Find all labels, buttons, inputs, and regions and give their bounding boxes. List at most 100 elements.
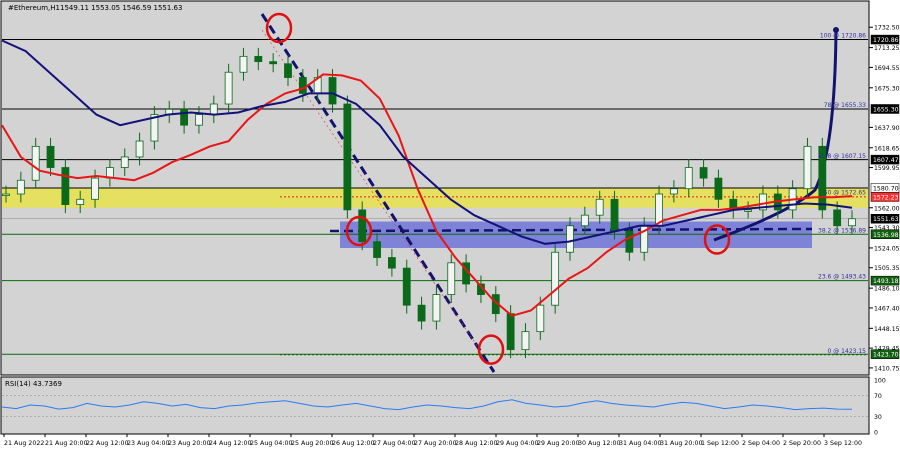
rsi-tick-label: 100 [874,378,886,385]
price-mark-label: 1536.98 [873,232,899,239]
candle-body [343,103,352,211]
rsi-label: RSI(14) 43.7369 [5,380,62,388]
rsi-tick-label: 30 [874,414,882,421]
candle-body [61,167,70,205]
candle-body [506,313,515,351]
price-tick-label: 1694.55 [874,65,900,72]
time-tick-label: 31 Aug 04:00 [619,440,661,447]
chart: 100 @ 1720.86 78 @ 1655.33 61.8 @ 1607.15 5… [0,0,900,450]
time-tick-label: 2 Sep 04:00 [742,440,780,447]
candle-body [595,198,604,216]
candle-body [566,225,574,253]
candle-body [610,198,619,232]
price-mark-label: 1572.23 [873,194,899,201]
time-tick-label: 29 Aug 20:00 [537,440,579,447]
price-tick-label: 1410.75 [874,365,900,372]
fib-label: 50 @ 1572.65 [824,189,866,196]
price-tick-label: 1713.25 [874,45,900,52]
price-tick-label: 1505.35 [874,265,900,272]
price-tick-label: 1448.15 [874,326,900,333]
candle-body [239,55,248,73]
resistance-zone [2,187,868,208]
time-tick-label: 31 Aug 20:00 [660,440,702,447]
price-mark-label: 1580.70 [873,185,899,192]
candle-body [521,331,530,351]
chart-title: #Ethereum,H1 [8,4,60,12]
candle-body [254,55,263,63]
candle-body [269,61,278,65]
time-tick-label: 23 Aug 20:00 [168,440,210,447]
candle-body [625,230,634,253]
candle-body [31,145,40,181]
price-mark-label: 1720.86 [873,37,899,44]
price-tick-label: 1675.30 [874,85,900,92]
price-tick-label: 1599.95 [874,165,900,172]
candle-body [135,140,144,158]
time-tick-label: 21 Aug 2022 [4,440,44,447]
time-tick-label: 26 Aug 12:00 [332,440,374,447]
candle-body [2,193,10,196]
fib-label: 78 @ 1655.33 [824,102,866,109]
price-mark-label: 1607.47 [873,157,899,164]
time-tick-label: 25 Aug 04:00 [250,440,292,447]
candle-body [833,209,842,227]
price-tick-label: 1467.40 [874,305,900,312]
time-tick-label: 1 Sep 12:00 [701,440,739,447]
candle-body [669,188,678,195]
candle-body [402,267,411,306]
candle-body [209,103,218,115]
price-tick-label: 1524.05 [874,245,900,252]
candle-body [803,145,812,190]
candle-body [536,304,545,333]
candle-body [447,262,456,295]
time-tick-label: 21 Aug 20:00 [45,440,87,447]
time-tick-label: 2 Sep 20:00 [783,440,821,447]
fib-label: 100 @ 1720.86 [820,33,866,40]
price-tick-label: 1732.50 [874,25,900,32]
candle-body [284,63,292,78]
candle-body [580,214,589,227]
candle-body [120,156,129,168]
rsi-tick-label: 0 [874,430,878,437]
fib-label: 38.2 @ 1536.89 [818,227,866,234]
candle-body [387,257,396,269]
candle-body [358,209,367,243]
price-mark-label: 1493.18 [873,278,899,285]
candle-body [298,77,307,94]
price-mark-label: 1423.70 [873,352,899,359]
candle-body [714,177,723,200]
price-mark-label: 1655.30 [873,106,899,113]
candle-body [91,177,99,200]
time-tick-label: 29 Aug 04:00 [496,440,538,447]
time-tick-label: 28 Aug 12:00 [455,440,497,447]
candle-body [699,167,708,179]
price-mark-label: 1551.63 [873,216,899,223]
time-tick-label: 23 Aug 04:00 [127,440,169,447]
time-tick-label: 30 Aug 12:00 [578,440,620,447]
ohlc-values: 1549.11 1553.05 1546.59 1551.63 [60,4,182,12]
fib-label: 61.8 @ 1607.15 [818,153,866,160]
candle-body [551,251,560,306]
price-tick-label: 1618.65 [874,145,900,152]
candle-body [195,114,203,126]
time-tick-label: 27 Aug 20:00 [414,440,456,447]
fib-label: 23.6 @ 1493.43 [818,273,866,280]
price-tick-label: 1562.00 [874,205,900,212]
candle-body [16,179,25,195]
time-tick-label: 24 Aug 12:00 [209,440,251,447]
time-tick-label: 22 Aug 12:00 [86,440,128,447]
fib-label: 0 @ 1423.15 [828,348,867,355]
candle-body [180,108,189,126]
rsi-tick-label: 70 [874,393,882,400]
candle-body [76,198,85,205]
price-tick-label: 1486.10 [874,286,900,293]
time-tick-label: 3 Sep 12:00 [824,440,862,447]
candle-body [417,304,426,322]
candle-body [328,77,337,105]
candle-body [373,241,381,258]
candle-body [684,167,693,190]
candle-body [432,294,441,322]
candle-body [848,218,856,227]
candle-body [744,209,753,212]
candle-body [224,71,233,105]
